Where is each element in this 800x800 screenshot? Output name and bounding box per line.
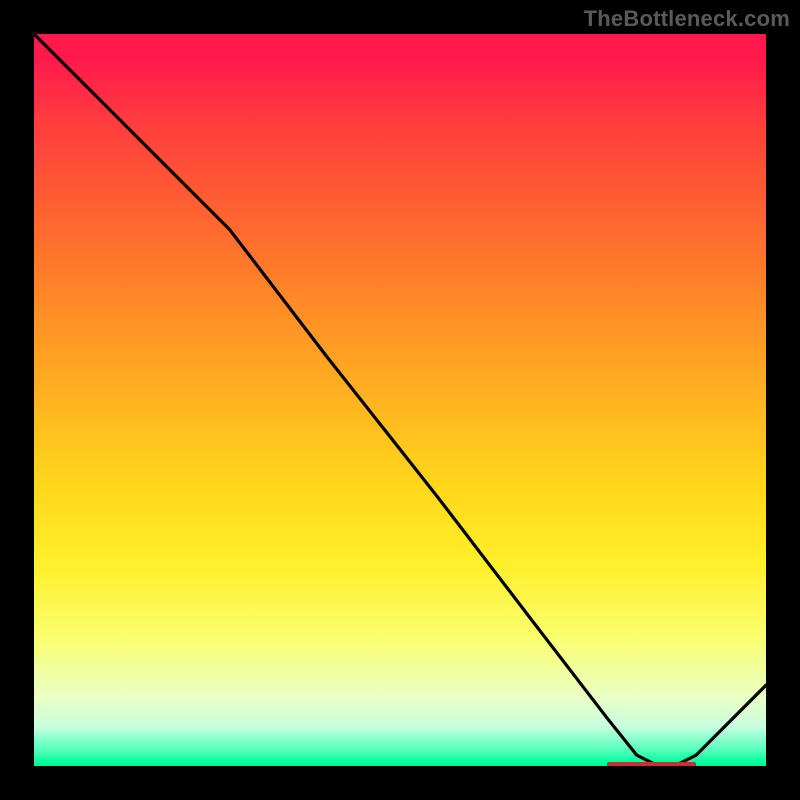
watermark-text: TheBottleneck.com (584, 6, 790, 32)
plot-frame (30, 30, 770, 770)
chart-canvas: TheBottleneck.com (0, 0, 800, 800)
bottleneck-curve (30, 30, 770, 770)
plot-area (30, 30, 770, 770)
optimal-range-marker (607, 762, 696, 769)
